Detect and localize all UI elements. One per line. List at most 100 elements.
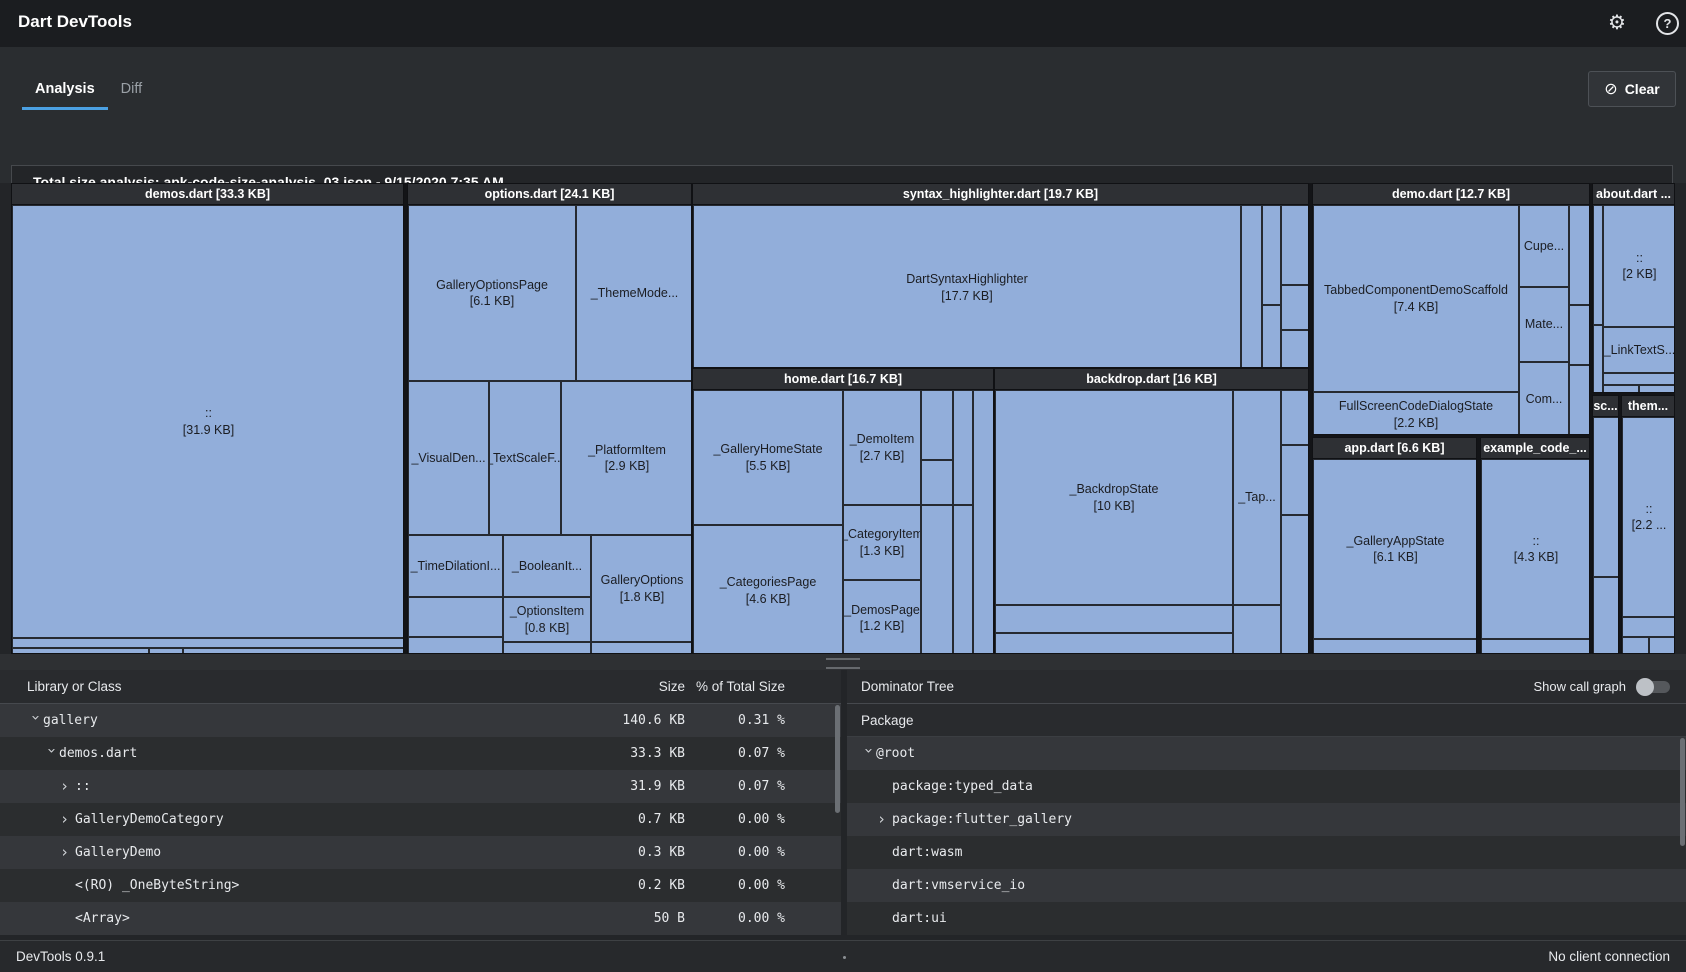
treemap-cell[interactable] <box>1593 325 1603 392</box>
table-row[interactable]: ›<(RO) _OneByteString>0.2 KB0.00 % <box>0 869 841 902</box>
tree-row[interactable]: ›@root <box>847 737 1686 770</box>
tree-row[interactable]: ›dart:ui <box>847 902 1686 935</box>
treemap-section-header[interactable]: app.dart [6.6 KB] <box>1313 438 1476 459</box>
treemap-cell[interactable]: _DemosPage[1.2 KB] <box>843 580 921 653</box>
column-library-or-class[interactable]: Library or Class <box>0 679 575 694</box>
treemap-cell[interactable]: _TextScaleF... <box>489 381 561 535</box>
treemap-cell[interactable]: GalleryOptionsPage[6.1 KB] <box>408 205 576 381</box>
chevron-icon[interactable]: › <box>861 746 876 761</box>
treemap-cell[interactable] <box>503 642 591 653</box>
treemap-cell[interactable] <box>1313 639 1476 653</box>
treemap-cell[interactable]: GalleryOptions[1.8 KB] <box>591 535 691 642</box>
treemap-cell[interactable] <box>1603 385 1639 392</box>
treemap-section-header[interactable]: demos.dart [33.3 KB] <box>12 184 403 205</box>
treemap-cell[interactable]: _OptionsItem[0.8 KB] <box>503 597 591 642</box>
treemap-cell[interactable]: FullScreenCodeDialogState[2.2 KB] <box>1313 392 1519 434</box>
table-row[interactable]: ›demos.dart33.3 KB0.07 % <box>0 737 841 770</box>
tree-row[interactable]: ›dart:vmservice_io <box>847 869 1686 902</box>
treemap-cell[interactable] <box>995 605 1233 633</box>
treemap-cell[interactable] <box>1593 417 1618 577</box>
chevron-icon[interactable]: › <box>877 812 892 827</box>
treemap-cell[interactable] <box>1569 365 1589 434</box>
table-row[interactable]: ›GalleryDemo0.3 KB0.00 % <box>0 836 841 869</box>
treemap-cell[interactable] <box>1639 385 1674 392</box>
treemap-cell[interactable] <box>591 642 691 653</box>
treemap-cell[interactable] <box>1281 205 1308 285</box>
treemap-cell[interactable]: _PlatformItem[2.9 KB] <box>561 381 691 535</box>
treemap-cell[interactable] <box>1603 373 1674 385</box>
treemap-cell[interactable] <box>953 505 973 653</box>
treemap-section-header[interactable]: example_code_... <box>1481 438 1589 459</box>
treemap-cell[interactable] <box>1481 639 1589 653</box>
horizontal-splitter[interactable] <box>0 654 1686 670</box>
treemap-cell[interactable]: TabbedComponentDemoScaffold[7.4 KB] <box>1313 205 1519 392</box>
treemap-section-header[interactable]: backdrop.dart [16 KB] <box>995 369 1308 390</box>
treemap-cell[interactable] <box>408 597 503 637</box>
treemap-cell[interactable]: _GalleryAppState[6.1 KB] <box>1313 459 1476 639</box>
treemap-cell[interactable] <box>1569 305 1589 365</box>
treemap-cell[interactable] <box>408 637 503 653</box>
treemap-cell[interactable] <box>149 648 183 653</box>
treemap-section-header[interactable]: about.dart ... <box>1593 184 1674 205</box>
treemap-cell[interactable] <box>1593 205 1603 325</box>
treemap-cell[interactable]: Com... <box>1519 362 1569 434</box>
tree-row[interactable]: ›package:typed_data <box>847 770 1686 803</box>
column-pct-total-size[interactable]: % of Total Size <box>685 679 785 694</box>
treemap-cell[interactable]: _BackdropState[10 KB] <box>995 390 1233 605</box>
settings-gear-icon[interactable]: ⚙ <box>1608 10 1626 35</box>
chevron-icon[interactable]: › <box>28 713 43 728</box>
treemap-section-header[interactable]: syntax_highlighter.dart [19.7 KB] <box>693 184 1308 205</box>
tab-diff[interactable]: Diff <box>108 70 156 107</box>
tree-row[interactable]: ›package:flutter_gallery <box>847 803 1686 836</box>
treemap-cell[interactable] <box>12 638 403 648</box>
treemap-cell[interactable]: ::[2 KB] <box>1603 205 1674 327</box>
table-row[interactable]: ›<Array>50 B0.00 % <box>0 902 841 935</box>
treemap-section-header[interactable]: options.dart [24.1 KB] <box>408 184 691 205</box>
treemap-cell[interactable] <box>921 505 953 653</box>
chevron-icon[interactable]: › <box>60 812 75 827</box>
treemap-cell[interactable]: DartSyntaxHighlighter[17.7 KB] <box>693 205 1241 367</box>
show-call-graph-toggle[interactable] <box>1636 678 1672 696</box>
treemap-cell[interactable] <box>953 390 973 505</box>
treemap-cell[interactable] <box>1233 605 1281 653</box>
treemap-section-header[interactable]: sc... <box>1593 396 1618 417</box>
treemap-cell[interactable] <box>1622 637 1649 653</box>
column-size[interactable]: Size <box>575 679 685 694</box>
treemap-cell[interactable] <box>1241 205 1262 367</box>
help-icon[interactable]: ? <box>1656 12 1679 35</box>
treemap-cell[interactable] <box>921 460 953 505</box>
treemap-cell[interactable]: _CategoriesPage[4.6 KB] <box>693 525 843 653</box>
table-row[interactable]: ›gallery140.6 KB0.31 % <box>0 704 841 737</box>
right-panel-scrollbar[interactable] <box>1680 738 1685 846</box>
treemap-cell[interactable]: ::[2.2 ... <box>1622 417 1674 617</box>
treemap-cell[interactable]: _DemoItem[2.7 KB] <box>843 390 921 505</box>
treemap-cell[interactable] <box>1262 305 1281 367</box>
treemap-cell[interactable]: _GalleryHomeState[5.5 KB] <box>693 390 843 525</box>
treemap-section-header[interactable]: demo.dart [12.7 KB] <box>1313 184 1589 205</box>
treemap-cell[interactable]: _Tap... <box>1233 390 1281 605</box>
treemap-cell[interactable] <box>1569 205 1589 305</box>
treemap-section-header[interactable]: them... <box>1622 396 1674 417</box>
treemap-section-header[interactable]: home.dart [16.7 KB] <box>693 369 993 390</box>
left-panel-scrollbar[interactable] <box>835 705 840 813</box>
treemap-cell[interactable] <box>995 633 1233 653</box>
treemap-cell[interactable] <box>1281 330 1308 367</box>
table-row[interactable]: ›::31.9 KB0.07 % <box>0 770 841 803</box>
treemap-cell[interactable]: ::[4.3 KB] <box>1481 459 1589 639</box>
chevron-icon[interactable]: › <box>60 779 75 794</box>
treemap-cell[interactable]: _VisualDen... <box>408 381 489 535</box>
treemap-cell[interactable]: _TimeDilationI... <box>408 535 503 597</box>
treemap-cell[interactable]: _ThemeMode... <box>576 205 691 381</box>
tab-analysis[interactable]: Analysis <box>22 70 108 110</box>
treemap-cell[interactable] <box>1649 637 1674 653</box>
table-row[interactable]: ›GalleryDemoCategory0.7 KB0.00 % <box>0 803 841 836</box>
treemap-cell[interactable] <box>1593 577 1618 653</box>
chevron-icon[interactable]: › <box>60 845 75 860</box>
treemap-cell[interactable]: _BooleanIt... <box>503 535 591 597</box>
treemap-cell[interactable] <box>12 648 149 653</box>
treemap-cell[interactable] <box>1281 515 1308 653</box>
chevron-icon[interactable]: › <box>44 746 59 761</box>
treemap-cell[interactable] <box>921 390 953 460</box>
treemap-cell[interactable] <box>1262 205 1281 305</box>
package-column-header[interactable]: Package <box>847 704 1686 737</box>
